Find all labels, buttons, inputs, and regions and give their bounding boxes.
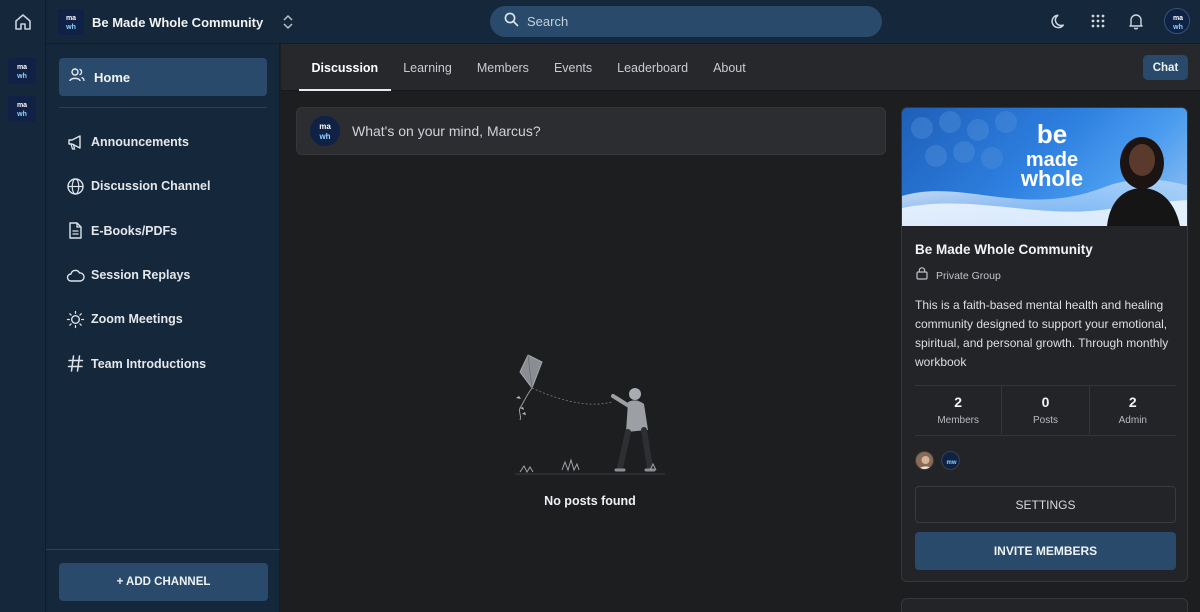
stat-label: Members — [937, 415, 979, 426]
post-composer[interactable]: ma wh What's on your mind, Marcus? — [296, 107, 886, 155]
sidebar-item-zoom-meetings[interactable]: Zoom Meetings — [65, 297, 265, 341]
svg-text:ma: ma — [17, 102, 27, 109]
moon-icon[interactable] — [1050, 11, 1070, 31]
sidebar-item-announcements[interactable]: Announcements — [65, 120, 265, 164]
community-logo-rail[interactable]: ma wh — [8, 58, 36, 84]
add-channel-button[interactable]: + ADD CHANNEL — [59, 563, 268, 601]
community-logo: ma wh — [58, 9, 84, 35]
tab-learning[interactable]: Learning — [391, 44, 465, 91]
tab-members[interactable]: Members — [464, 44, 541, 91]
kite-illustration — [515, 354, 665, 475]
user-avatar[interactable]: ma wh — [1164, 8, 1190, 34]
svg-text:ma: ma — [1173, 15, 1183, 22]
tab-events[interactable]: Events — [541, 44, 604, 91]
privacy-text: Private Group — [936, 269, 1001, 282]
bell-icon[interactable] — [1126, 11, 1146, 31]
svg-text:wh: wh — [16, 111, 27, 118]
sidebar-item-session-replays[interactable]: Session Replays — [65, 253, 265, 297]
sidebar-item-home[interactable]: Home — [59, 58, 267, 96]
cloud-icon — [65, 265, 85, 285]
lightbulb-icon — [65, 309, 85, 329]
chat-button[interactable]: Chat — [1143, 55, 1188, 80]
community-title: Be Made Whole Community — [915, 242, 1093, 257]
stat-posts[interactable]: 0 Posts — [1002, 386, 1090, 434]
member-avatar[interactable] — [915, 451, 934, 470]
stat-members[interactable]: 2 Members — [915, 386, 1003, 434]
home-icon[interactable] — [12, 11, 34, 33]
svg-text:wh: wh — [1172, 24, 1183, 31]
search-icon — [504, 12, 519, 32]
svg-text:whole: whole — [1020, 166, 1083, 191]
community-logo-rail-secondary[interactable]: ma wh — [8, 96, 36, 122]
sidebar-item-team-introductions[interactable]: Team Introductions — [65, 341, 265, 385]
sidebar-item-label: Session Replays — [91, 268, 191, 283]
stat-label: Admin — [1118, 415, 1147, 426]
chevron-updown-icon[interactable] — [281, 13, 295, 31]
stat-admin[interactable]: 2 Admin — [1090, 386, 1176, 434]
top-icons: ma wh — [1050, 8, 1190, 34]
tab-discussion[interactable]: Discussion — [299, 44, 391, 91]
community-info-card: be made whole Be Made Whole Community Pr… — [901, 107, 1188, 582]
tab-about[interactable]: About — [701, 44, 759, 91]
megaphone-icon — [65, 132, 85, 152]
channel-list: Announcements Discussion Channel E-Books… — [65, 120, 265, 386]
tab-list: Discussion Learning Members Events Leade… — [299, 44, 758, 91]
search-input[interactable]: Search — [527, 14, 568, 29]
sidebar-item-discussion-channel[interactable]: Discussion Channel — [65, 164, 265, 208]
svg-text:ma: ma — [66, 15, 76, 22]
svg-text:wh: wh — [16, 73, 27, 80]
community-switcher[interactable]: ma wh Be Made Whole Community — [58, 8, 295, 36]
stat-value: 2 — [1128, 394, 1137, 410]
stat-label: Posts — [1032, 415, 1058, 426]
workspace-rail: ma wh ma wh — [0, 0, 46, 612]
empty-state-message: No posts found — [544, 494, 636, 508]
composer-input[interactable]: What's on your mind, Marcus? — [352, 123, 541, 139]
document-icon — [65, 221, 85, 241]
divider — [59, 107, 267, 108]
hashtag-icon — [65, 354, 85, 374]
divider — [46, 549, 280, 550]
secondary-card — [901, 598, 1188, 612]
divider — [915, 435, 1176, 436]
apps-grid-icon[interactable] — [1088, 11, 1108, 31]
community-name: Be Made Whole Community — [92, 14, 264, 30]
sidebar-item-label: Zoom Meetings — [91, 312, 183, 327]
globe-icon — [65, 176, 85, 196]
community-description: This is a faith-based mental health and … — [915, 298, 1169, 369]
settings-button[interactable]: SETTINGS — [915, 486, 1176, 523]
channel-sidebar: Home Announcements Discussion Channel E-… — [46, 44, 280, 612]
community-stats: 2 Members 0 Posts 2 Admin — [915, 386, 1176, 434]
users-icon — [68, 66, 86, 89]
svg-text:wh: wh — [65, 24, 76, 31]
svg-text:mw: mw — [946, 460, 956, 466]
sidebar-item-label: Team Introductions — [91, 356, 207, 371]
sidebar-item-ebooks[interactable]: E-Books/PDFs — [65, 209, 265, 253]
privacy-label: Private Group — [915, 266, 1001, 285]
svg-text:ma: ma — [319, 122, 331, 131]
svg-text:ma: ma — [17, 64, 27, 71]
sidebar-item-label: Discussion Channel — [91, 179, 211, 194]
invite-members-button[interactable]: INVITE MEMBERS — [915, 532, 1176, 570]
svg-text:wh: wh — [318, 132, 330, 141]
community-banner: be made whole — [902, 108, 1187, 226]
empty-state: No posts found — [500, 350, 680, 515]
composer-avatar: ma wh — [310, 116, 340, 146]
tab-leaderboard[interactable]: Leaderboard — [605, 44, 701, 91]
member-avatars: mw — [915, 451, 960, 470]
sidebar-item-label: Home — [94, 69, 131, 85]
stat-value: 2 — [954, 394, 963, 410]
tabs-bar: Discussion Learning Members Events Leade… — [281, 44, 1200, 91]
svg-text:be: be — [1037, 119, 1067, 149]
search-bar[interactable]: Search — [490, 6, 882, 37]
lock-icon — [915, 266, 929, 285]
member-avatar[interactable]: mw — [941, 451, 960, 470]
sidebar-item-label: E-Books/PDFs — [91, 223, 178, 238]
sidebar-item-label: Announcements — [91, 135, 189, 150]
stat-value: 0 — [1041, 394, 1050, 410]
